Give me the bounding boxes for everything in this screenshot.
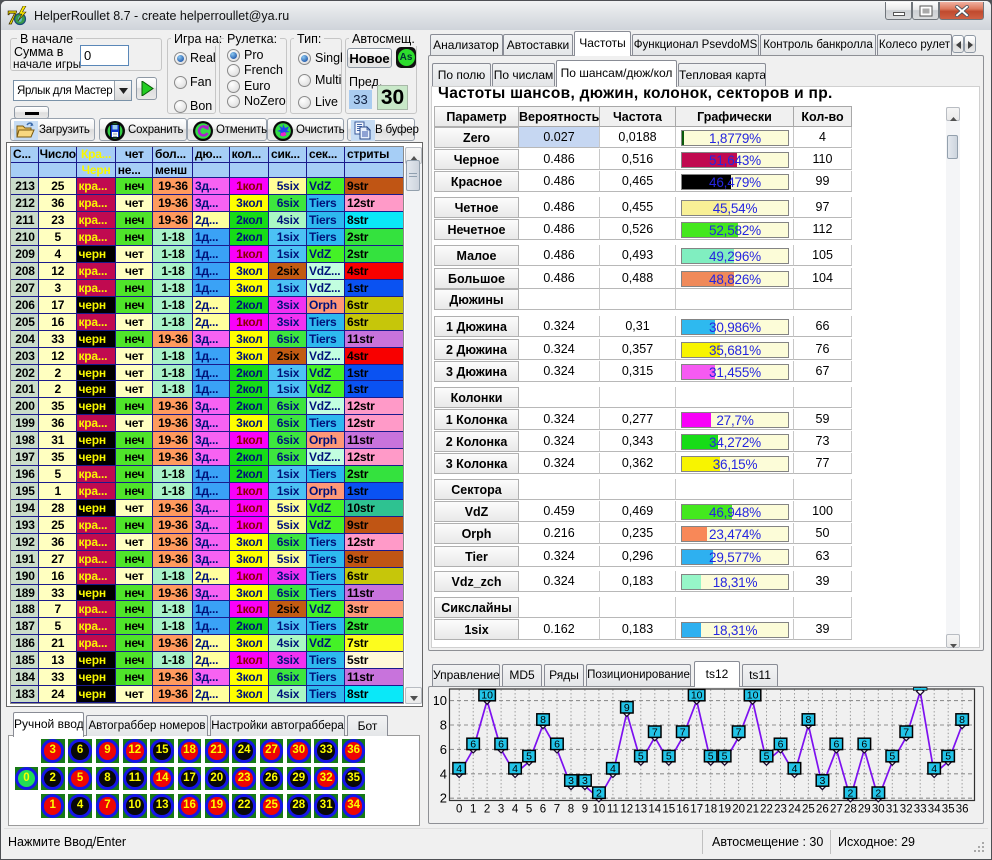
svg-text:8: 8: [805, 714, 811, 726]
svg-text:7: 7: [903, 726, 909, 738]
svg-text:14: 14: [648, 804, 661, 816]
svg-text:10: 10: [747, 690, 759, 702]
svg-text:0: 0: [456, 804, 462, 816]
svg-text:4: 4: [610, 763, 616, 775]
svg-text:5: 5: [764, 751, 770, 763]
svg-text:3: 3: [498, 804, 504, 816]
svg-text:2: 2: [440, 791, 447, 806]
svg-text:5: 5: [526, 751, 532, 763]
svg-text:5: 5: [666, 751, 672, 763]
svg-text:8: 8: [440, 718, 447, 733]
svg-text:4: 4: [512, 804, 519, 816]
svg-text:21: 21: [746, 804, 759, 816]
svg-text:26: 26: [816, 804, 829, 816]
svg-text:11: 11: [607, 804, 619, 816]
svg-text:6: 6: [833, 739, 839, 751]
svg-text:9: 9: [582, 804, 588, 816]
svg-text:4: 4: [440, 766, 447, 781]
svg-text:4: 4: [792, 763, 798, 775]
svg-text:9: 9: [624, 702, 630, 714]
svg-text:16: 16: [676, 804, 689, 816]
svg-text:7: 7: [652, 726, 658, 738]
svg-text:10: 10: [593, 804, 606, 816]
svg-text:7: 7: [736, 726, 742, 738]
svg-text:10: 10: [481, 690, 493, 702]
svg-text:22: 22: [760, 804, 773, 816]
svg-text:4: 4: [456, 763, 462, 775]
svg-text:2: 2: [847, 787, 853, 799]
svg-text:7: 7: [554, 804, 560, 816]
svg-text:5: 5: [889, 751, 895, 763]
svg-text:7: 7: [680, 726, 686, 738]
svg-text:6: 6: [498, 739, 504, 751]
svg-text:30: 30: [872, 804, 885, 816]
svg-text:25: 25: [802, 804, 815, 816]
svg-text:36: 36: [956, 804, 969, 816]
svg-text:19: 19: [718, 804, 731, 816]
svg-text:32: 32: [900, 804, 913, 816]
svg-text:2: 2: [875, 787, 881, 799]
svg-text:1: 1: [470, 804, 476, 816]
svg-text:3: 3: [819, 775, 825, 787]
svg-text:17: 17: [690, 804, 703, 816]
svg-text:23: 23: [774, 804, 787, 816]
svg-text:6: 6: [540, 804, 546, 816]
svg-text:4: 4: [931, 763, 937, 775]
svg-text:27: 27: [830, 804, 843, 816]
svg-text:29: 29: [858, 804, 871, 816]
svg-text:33: 33: [914, 804, 927, 816]
svg-text:10: 10: [434, 693, 447, 708]
svg-text:8: 8: [959, 714, 965, 726]
svg-text:8: 8: [540, 714, 546, 726]
svg-text:35: 35: [942, 804, 955, 816]
svg-text:5: 5: [638, 751, 644, 763]
svg-text:3: 3: [568, 775, 574, 787]
svg-text:2: 2: [596, 787, 602, 799]
svg-text:5: 5: [526, 804, 532, 816]
svg-text:5: 5: [945, 751, 951, 763]
svg-text:31: 31: [886, 804, 899, 816]
svg-text:5: 5: [708, 751, 714, 763]
svg-text:10: 10: [691, 690, 703, 702]
svg-text:2: 2: [484, 804, 490, 816]
svg-text:6: 6: [554, 739, 560, 751]
svg-text:34: 34: [928, 804, 941, 816]
svg-text:8: 8: [568, 804, 574, 816]
svg-text:12: 12: [620, 804, 633, 816]
svg-text:6: 6: [861, 739, 867, 751]
svg-text:13: 13: [634, 804, 647, 816]
svg-text:6: 6: [440, 742, 447, 757]
svg-text:28: 28: [844, 804, 857, 816]
svg-text:6: 6: [470, 739, 476, 751]
svg-text:5: 5: [722, 751, 728, 763]
svg-text:6: 6: [778, 739, 784, 751]
svg-text:3: 3: [582, 775, 588, 787]
svg-text:20: 20: [732, 804, 745, 816]
svg-text:15: 15: [662, 804, 675, 816]
svg-text:24: 24: [788, 804, 801, 816]
svg-text:4: 4: [512, 763, 518, 775]
svg-text:18: 18: [704, 804, 717, 816]
